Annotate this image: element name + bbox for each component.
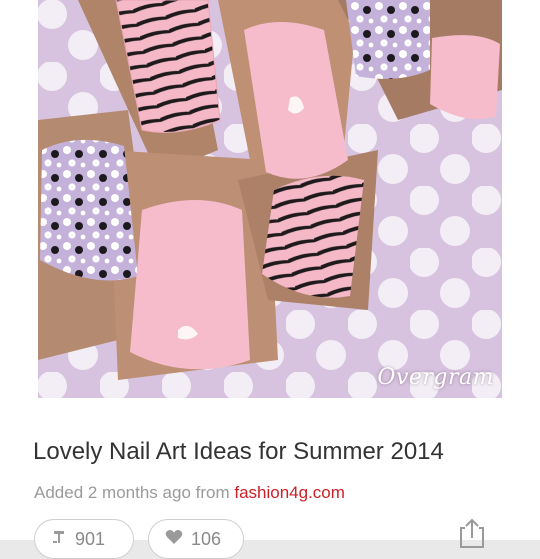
like-count: 106: [191, 528, 222, 549]
repin-count: 901: [75, 528, 106, 549]
pin-title: Lovely Nail Art Ideas for Summer 2014: [33, 438, 444, 465]
pin-source-line: Added 2 months ago from fashion4g.com: [34, 483, 345, 503]
added-text: Added 2 months ago from: [34, 483, 235, 502]
repin-button[interactable]: 901: [34, 519, 134, 559]
repin-icon: [51, 529, 67, 550]
pin-card: Overgram Lovely Nail Art Ideas for Summe…: [0, 0, 540, 559]
like-button[interactable]: 106: [148, 519, 244, 559]
image-watermark: Overgram: [377, 365, 494, 390]
source-link[interactable]: fashion4g.com: [234, 483, 345, 502]
share-button[interactable]: [456, 518, 488, 548]
heart-icon: [165, 529, 183, 550]
share-icon: [460, 518, 484, 548]
nail-art-photo: [38, 0, 502, 398]
pin-image[interactable]: Overgram: [38, 0, 502, 398]
